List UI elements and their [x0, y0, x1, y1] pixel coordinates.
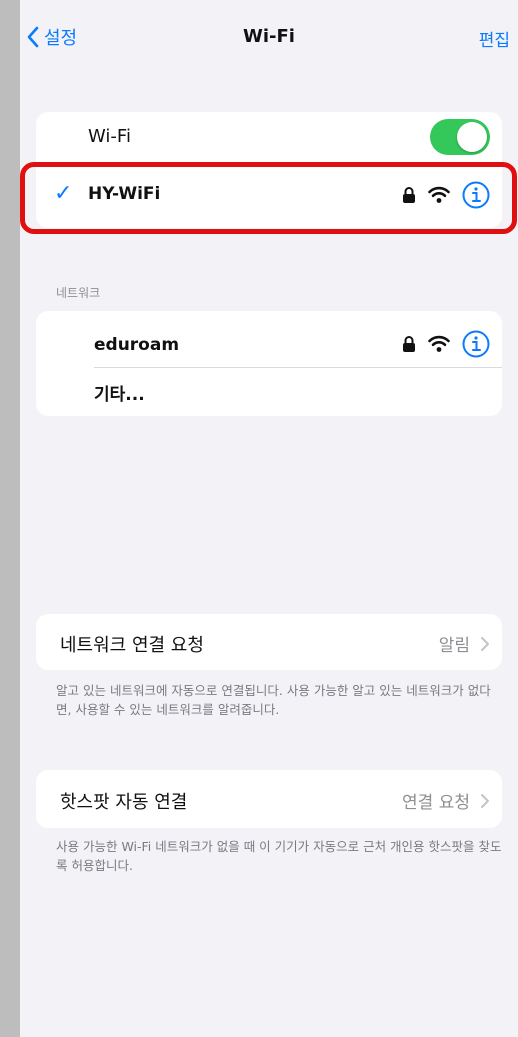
wifi-card: Wi-Fi ✓ HY-WiFi	[36, 112, 502, 228]
ask-to-join-value: 알림	[438, 636, 470, 656]
edit-button[interactable]: 편집	[479, 26, 510, 51]
wifi-toggle-row: Wi-Fi	[36, 112, 502, 162]
ask-to-join-card[interactable]: 네트워크 연결 요청 알림	[36, 614, 502, 670]
wifi-settings-screen: 설정 Wi-Fi 편집 Wi-Fi ✓ HY-WiFi 네트워크 eduroam…	[20, 0, 518, 1037]
wifi-toggle-label: Wi-Fi	[88, 126, 131, 147]
other-network-label: 기타...	[94, 385, 145, 405]
hotspot-footer: 사용 가능한 Wi-Fi 네트워크가 없을 때 이 기기가 자동으로 근처 개인…	[56, 839, 502, 873]
networks-card: eduroam 기타...	[36, 311, 502, 416]
hotspot-label: 핫스팟 자동 연결	[60, 792, 188, 813]
network-name: eduroam	[94, 335, 180, 355]
checkmark-icon: ✓	[54, 181, 73, 206]
wifi-signal-icon	[428, 186, 450, 203]
page-title: Wi-Fi	[243, 26, 295, 47]
network-row-eduroam[interactable]: eduroam	[36, 311, 502, 369]
lock-icon	[403, 336, 415, 352]
navigation-bar: 설정 Wi-Fi 편집	[20, 0, 518, 80]
ask-to-join-label: 네트워크 연결 요청	[60, 635, 204, 656]
info-icon[interactable]	[462, 181, 490, 209]
hotspot-value: 연결 요청	[402, 793, 470, 813]
toggle-knob	[457, 122, 487, 152]
network-row-other[interactable]: 기타...	[36, 368, 502, 416]
hotspot-card[interactable]: 핫스팟 자동 연결 연결 요청	[36, 770, 502, 828]
chevron-right-icon	[480, 793, 490, 809]
wifi-toggle[interactable]	[430, 119, 490, 155]
info-icon[interactable]	[462, 330, 490, 358]
lock-icon	[403, 187, 415, 203]
connected-network-row[interactable]: ✓ HY-WiFi	[36, 163, 502, 228]
ask-to-join-footer: 알고 있는 네트워크에 자동으로 연결됩니다. 사용 가능한 알고 있는 네트워…	[56, 683, 491, 717]
wifi-signal-icon	[428, 335, 450, 352]
chevron-right-icon	[480, 636, 490, 652]
networks-section-header: 네트워크	[56, 286, 101, 300]
connected-network-name: HY-WiFi	[88, 184, 161, 204]
